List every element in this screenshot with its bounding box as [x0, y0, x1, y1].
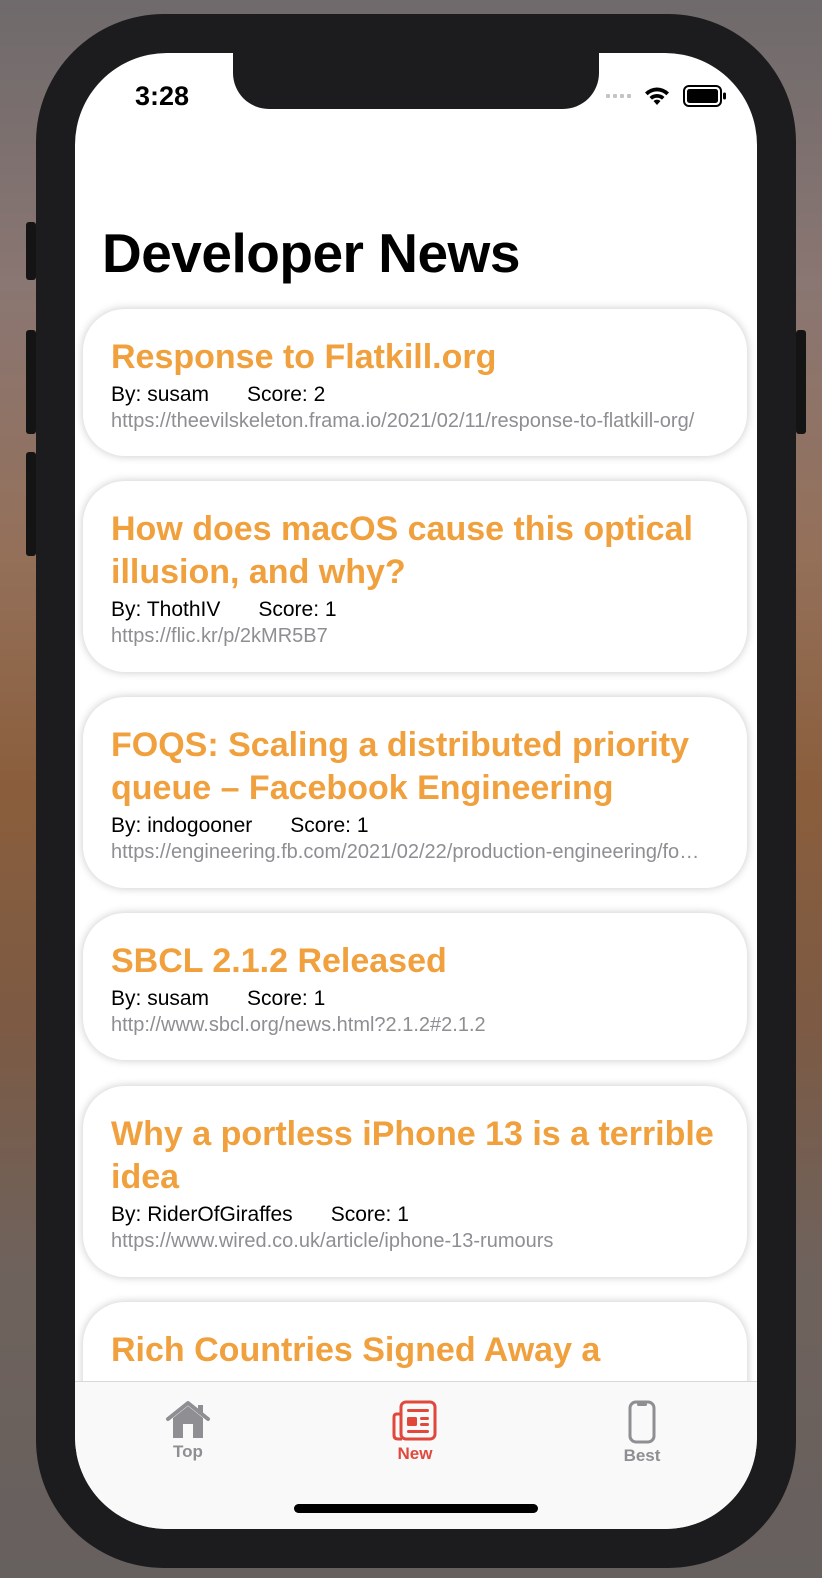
story-card[interactable]: Why a portless iPhone 13 is a terrible i…	[83, 1086, 747, 1277]
story-author: indogooner	[147, 814, 253, 837]
story-title: SBCL 2.1.2 Released	[111, 942, 447, 980]
notch	[233, 53, 599, 109]
story-url: https://engineering.fb.com/2021/02/22/pr…	[111, 841, 701, 863]
story-score: 1	[324, 598, 337, 621]
home-indicator[interactable]	[294, 1504, 538, 1513]
story-url: https://theevilskeleton.frama.io/2021/02…	[111, 410, 695, 432]
story-score: 2	[313, 383, 326, 406]
status-icons	[606, 85, 727, 107]
tab-best[interactable]: Best	[582, 1400, 702, 1466]
story-title: Why a portless iPhone 13 is a terrible i…	[111, 1115, 714, 1196]
battery-icon	[683, 85, 726, 107]
story-meta: By: susam Score: 2	[111, 381, 719, 408]
story-title: Rich Countries Signed Away a	[111, 1331, 601, 1369]
status-time: 3:28	[135, 81, 190, 111]
tab-new[interactable]: New	[355, 1400, 475, 1464]
story-url: https://www.wired.co.uk/article/iphone-1…	[111, 1230, 554, 1252]
tab-top-label: Top	[173, 1442, 203, 1461]
tab-top[interactable]: Top	[128, 1400, 248, 1462]
phone-icon	[628, 1400, 656, 1444]
story-author: ThothIV	[146, 598, 221, 621]
story-url: http://www.sbcl.org/news.html?2.1.2#2.1.…	[111, 1014, 486, 1036]
story-author: RiderOfGiraffes	[147, 1203, 293, 1226]
volume-down-button	[26, 452, 36, 556]
story-author: susam	[147, 987, 210, 1010]
story-meta: By: susam Score: 1	[111, 985, 719, 1012]
story-score: 1	[397, 1203, 409, 1226]
by-label: By:	[111, 987, 142, 1010]
by-label: By:	[111, 1203, 142, 1226]
tab-new-label: New	[397, 1444, 433, 1463]
story-meta: By: indogooner Score: 1	[111, 812, 719, 839]
story-meta: By: RiderOfGiraffes Score: 1	[111, 1201, 719, 1228]
story-card[interactable]: SBCL 2.1.2 Released By: susam Score: 1 ht…	[83, 913, 747, 1060]
app-screen: 3:28 Developer News Response to Flatkill…	[75, 53, 757, 1529]
score-label: Score:	[247, 987, 308, 1010]
cellular-signal-icon	[606, 94, 631, 98]
score-label: Score:	[247, 383, 308, 406]
tab-best-label: Best	[623, 1446, 661, 1465]
story-card[interactable]: How does macOS cause this optical illusi…	[83, 481, 747, 672]
by-label: By:	[111, 383, 142, 406]
story-score: 1	[356, 814, 369, 837]
score-label: Score:	[290, 814, 351, 837]
house-icon	[166, 1401, 210, 1438]
story-author: susam	[147, 383, 210, 406]
story-score: 1	[313, 987, 326, 1010]
wifi-icon	[645, 87, 669, 105]
page-title: Developer News	[102, 222, 520, 284]
score-label: Score:	[258, 598, 320, 621]
newspaper-icon	[392, 1400, 437, 1441]
story-url: https://flic.kr/p/2kMR5B7	[111, 625, 328, 647]
story-card[interactable]: Response to Flatkill.org By: susam Score:…	[83, 309, 747, 456]
by-label: By:	[111, 814, 142, 837]
power-button	[796, 330, 806, 434]
ringer-switch	[26, 222, 36, 280]
by-label: By:	[111, 598, 142, 621]
story-card[interactable]: FOQS: Scaling a distributed priority que…	[83, 697, 747, 888]
story-meta: By: ThothIV Score: 1	[111, 596, 719, 623]
story-title: How does macOS cause this optical illusi…	[111, 510, 693, 591]
story-title: Response to Flatkill.org	[111, 338, 497, 376]
story-title: FOQS: Scaling a distributed priority que…	[111, 726, 690, 807]
volume-up-button	[26, 330, 36, 434]
score-label: Score:	[330, 1203, 392, 1226]
